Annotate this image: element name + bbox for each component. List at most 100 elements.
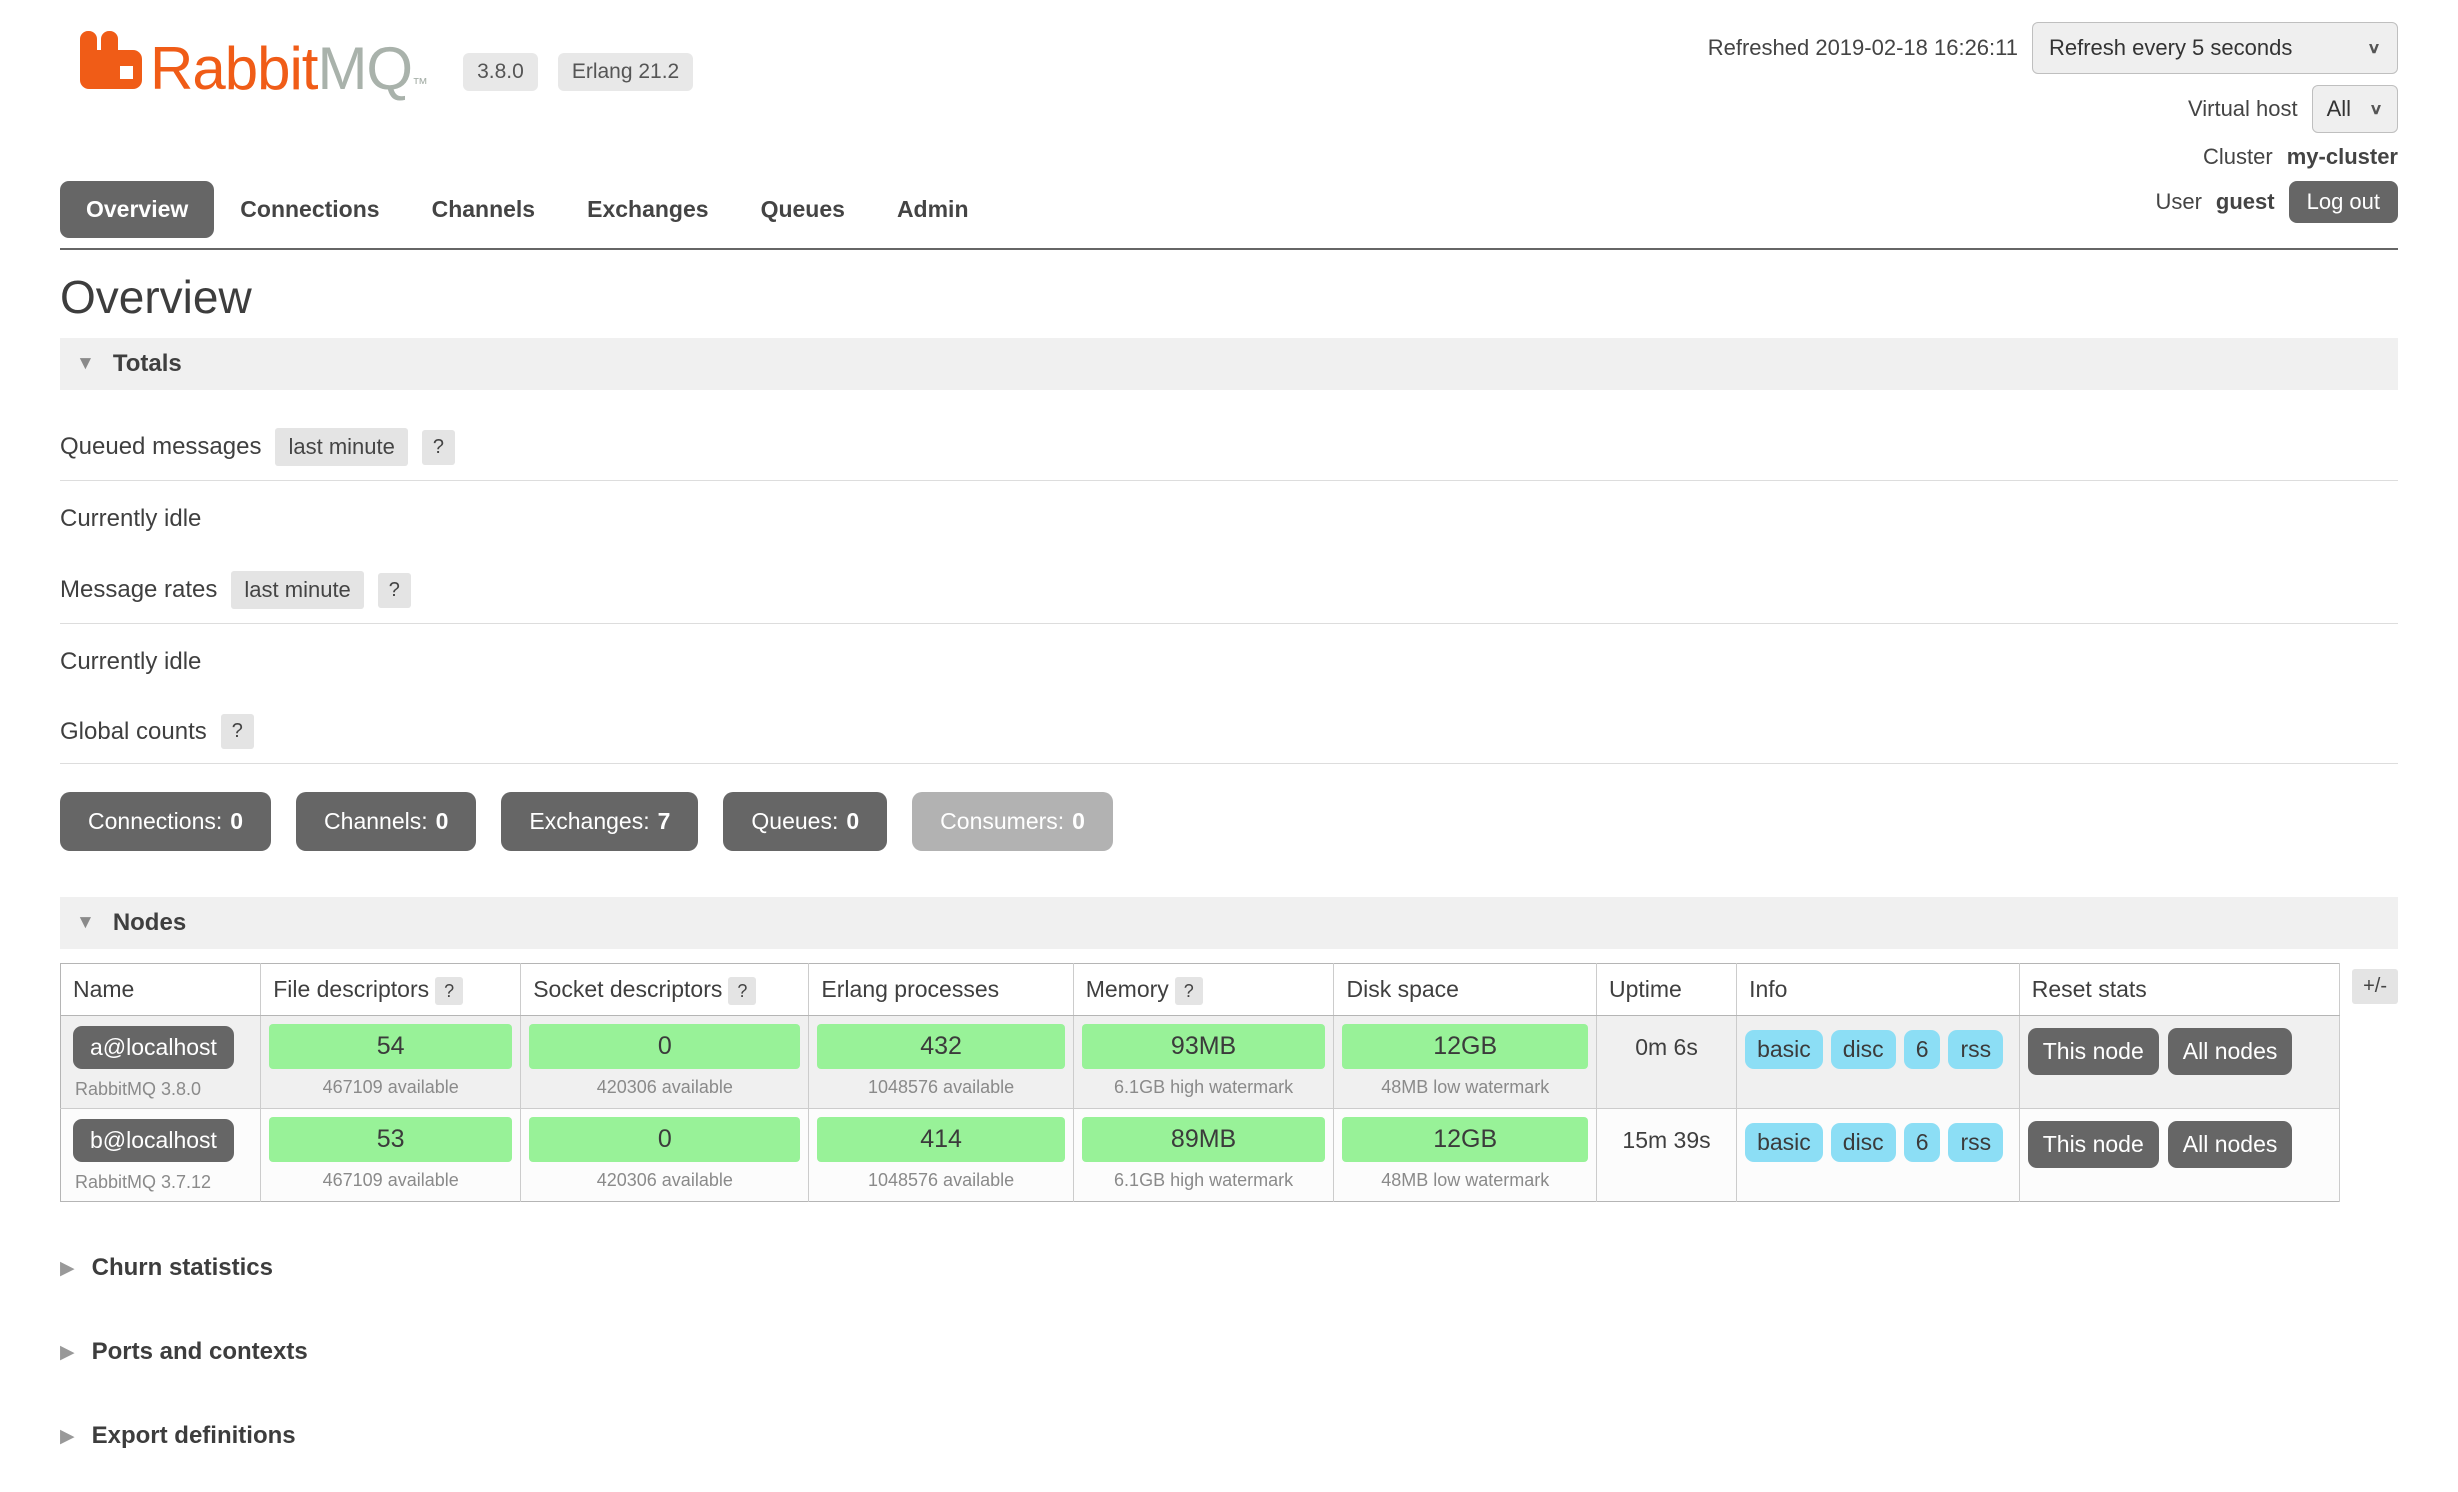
help-icon[interactable]: ?	[728, 977, 756, 1005]
reset-this-node-button[interactable]: This node	[2028, 1121, 2159, 1168]
global-counts-header: Global counts ?	[60, 704, 2398, 764]
queued-range-badge[interactable]: last minute	[275, 428, 407, 466]
global-count-buttons: Connections: 0 Channels: 0 Exchanges: 7 …	[60, 792, 2398, 851]
disk-cell: 12GB 48MB low watermark	[1334, 1109, 1596, 1202]
info-badge-basic: basic	[1745, 1030, 1823, 1069]
reset-cell: This node All nodes	[2019, 1109, 2339, 1202]
section-churn-statistics[interactable]: ▶ Churn statistics	[60, 1254, 2398, 1282]
sockets-cell: 0 420306 available	[521, 1016, 809, 1109]
node-name-badge[interactable]: b@localhost	[73, 1119, 234, 1162]
virtual-host-select[interactable]: All ∨	[2312, 85, 2398, 133]
rabbitmq-version-badge: 3.8.0	[463, 53, 538, 91]
connections-count-label: Connections:	[88, 808, 222, 835]
connections-count-button[interactable]: Connections: 0	[60, 792, 271, 851]
disk-value-bar: 12GB	[1342, 1117, 1587, 1162]
rates-range-badge[interactable]: last minute	[231, 571, 363, 609]
section-ports-and-contexts[interactable]: ▶ Ports and contexts	[60, 1338, 2398, 1366]
totals-section-header[interactable]: ▼ Totals	[60, 338, 2398, 390]
memory-cell: 93MB 6.1GB high watermark	[1073, 1016, 1334, 1109]
cluster-label: Cluster	[2203, 144, 2273, 170]
reset-cell: This node All nodes	[2019, 1016, 2339, 1109]
node-name-cell: a@localhost RabbitMQ 3.8.0	[61, 1016, 261, 1109]
tab-queues[interactable]: Queues	[735, 181, 871, 238]
queues-count-button[interactable]: Queues: 0	[723, 792, 887, 851]
help-icon[interactable]: ?	[435, 977, 463, 1005]
memory-watermark: 6.1GB high watermark	[1082, 1069, 1326, 1098]
procs-cell: 432 1048576 available	[809, 1016, 1073, 1109]
tab-exchanges[interactable]: Exchanges	[561, 181, 734, 238]
sockets-available: 420306 available	[529, 1162, 800, 1191]
triangle-right-icon: ▶	[60, 1425, 75, 1448]
tab-admin[interactable]: Admin	[871, 181, 995, 238]
section-label: Churn statistics	[92, 1254, 273, 1282]
trademark-symbol: ™	[412, 76, 427, 93]
brand-mq: MQ	[317, 35, 412, 102]
help-icon[interactable]: ?	[221, 714, 254, 749]
node-name-badge[interactable]: a@localhost	[73, 1026, 234, 1069]
exchanges-count-value: 7	[658, 808, 671, 835]
tab-overview[interactable]: Overview	[60, 181, 214, 238]
triangle-down-icon: ▼	[76, 912, 95, 934]
col-reset-label: Reset stats	[2032, 976, 2147, 1002]
section-label: Ports and contexts	[92, 1338, 308, 1366]
info-badge-rss: rss	[1948, 1030, 2003, 1069]
disk-cell: 12GB 48MB low watermark	[1334, 1016, 1596, 1109]
nodes-table: Name File descriptors? Socket descriptor…	[60, 963, 2340, 1202]
help-icon[interactable]: ?	[378, 573, 411, 608]
help-icon[interactable]: ?	[422, 430, 455, 465]
col-uptime-label: Uptime	[1609, 976, 1682, 1002]
tab-connections[interactable]: Connections	[214, 181, 405, 238]
uptime-cell: 15m 39s	[1596, 1109, 1736, 1202]
channels-count-label: Channels:	[324, 808, 428, 835]
exchanges-count-button[interactable]: Exchanges: 7	[501, 792, 698, 851]
refresh-interval-select[interactable]: Refresh every 5 seconds ∨	[2032, 22, 2398, 74]
logout-button[interactable]: Log out	[2289, 181, 2398, 223]
section-export-definitions[interactable]: ▶ Export definitions	[60, 1422, 2398, 1450]
col-disk-label: Disk space	[1346, 976, 1458, 1002]
info-badge-basic: basic	[1745, 1123, 1823, 1162]
message-rates-header: Message rates last minute ?	[60, 561, 2398, 624]
node-version: RabbitMQ 3.7.12	[69, 1162, 252, 1193]
channels-count-button[interactable]: Channels: 0	[296, 792, 476, 851]
col-disk-space: Disk space	[1334, 964, 1596, 1016]
consumers-count-button[interactable]: Consumers: 0	[912, 792, 1113, 851]
sockets-value-bar: 0	[529, 1024, 800, 1069]
uptime-cell: 0m 6s	[1596, 1016, 1736, 1109]
queued-idle-text: Currently idle	[60, 505, 2398, 533]
col-info: Info	[1737, 964, 2020, 1016]
rates-idle-text: Currently idle	[60, 648, 2398, 676]
reset-all-nodes-button[interactable]: All nodes	[2168, 1121, 2293, 1168]
app-header: RabbitMQ™ 3.8.0 Erlang 21.2 Refreshed 20…	[0, 0, 2458, 250]
info-badge-disc: disc	[1831, 1030, 1896, 1069]
help-icon[interactable]: ?	[1175, 977, 1203, 1005]
col-info-label: Info	[1749, 976, 1787, 1002]
toggle-columns-button[interactable]: +/-	[2352, 969, 2398, 1004]
reset-this-node-button[interactable]: This node	[2028, 1028, 2159, 1075]
queued-messages-label: Queued messages	[60, 433, 261, 461]
queued-messages-header: Queued messages last minute ?	[60, 418, 2398, 481]
node-name-cell: b@localhost RabbitMQ 3.7.12	[61, 1109, 261, 1202]
col-mem-label: Memory	[1086, 976, 1169, 1002]
chevron-down-icon: ∨	[2367, 39, 2381, 57]
brand-rabbit: Rabbit	[150, 35, 317, 102]
fd-value-bar: 54	[269, 1024, 512, 1069]
col-memory: Memory?	[1073, 964, 1334, 1016]
memory-value-bar: 89MB	[1082, 1117, 1326, 1162]
info-cell: basic disc 6 rss	[1737, 1016, 2020, 1109]
fd-value-bar: 53	[269, 1117, 512, 1162]
tab-channels[interactable]: Channels	[406, 181, 562, 238]
rabbitmq-logo[interactable]: RabbitMQ™ 3.8.0 Erlang 21.2	[78, 30, 693, 99]
message-rates-label: Message rates	[60, 576, 217, 604]
queues-count-value: 0	[846, 808, 859, 835]
col-erlang-processes: Erlang processes	[809, 964, 1073, 1016]
col-file-descriptors: File descriptors?	[261, 964, 521, 1016]
disk-value-bar: 12GB	[1342, 1024, 1587, 1069]
triangle-right-icon: ▶	[60, 1341, 75, 1364]
sockets-cell: 0 420306 available	[521, 1109, 809, 1202]
reset-all-nodes-button[interactable]: All nodes	[2168, 1028, 2293, 1075]
triangle-down-icon: ▼	[76, 353, 95, 375]
nodes-section-header[interactable]: ▼ Nodes	[60, 897, 2398, 949]
info-badge-rss: rss	[1948, 1123, 2003, 1162]
user-name: guest	[2216, 189, 2275, 215]
procs-cell: 414 1048576 available	[809, 1109, 1073, 1202]
